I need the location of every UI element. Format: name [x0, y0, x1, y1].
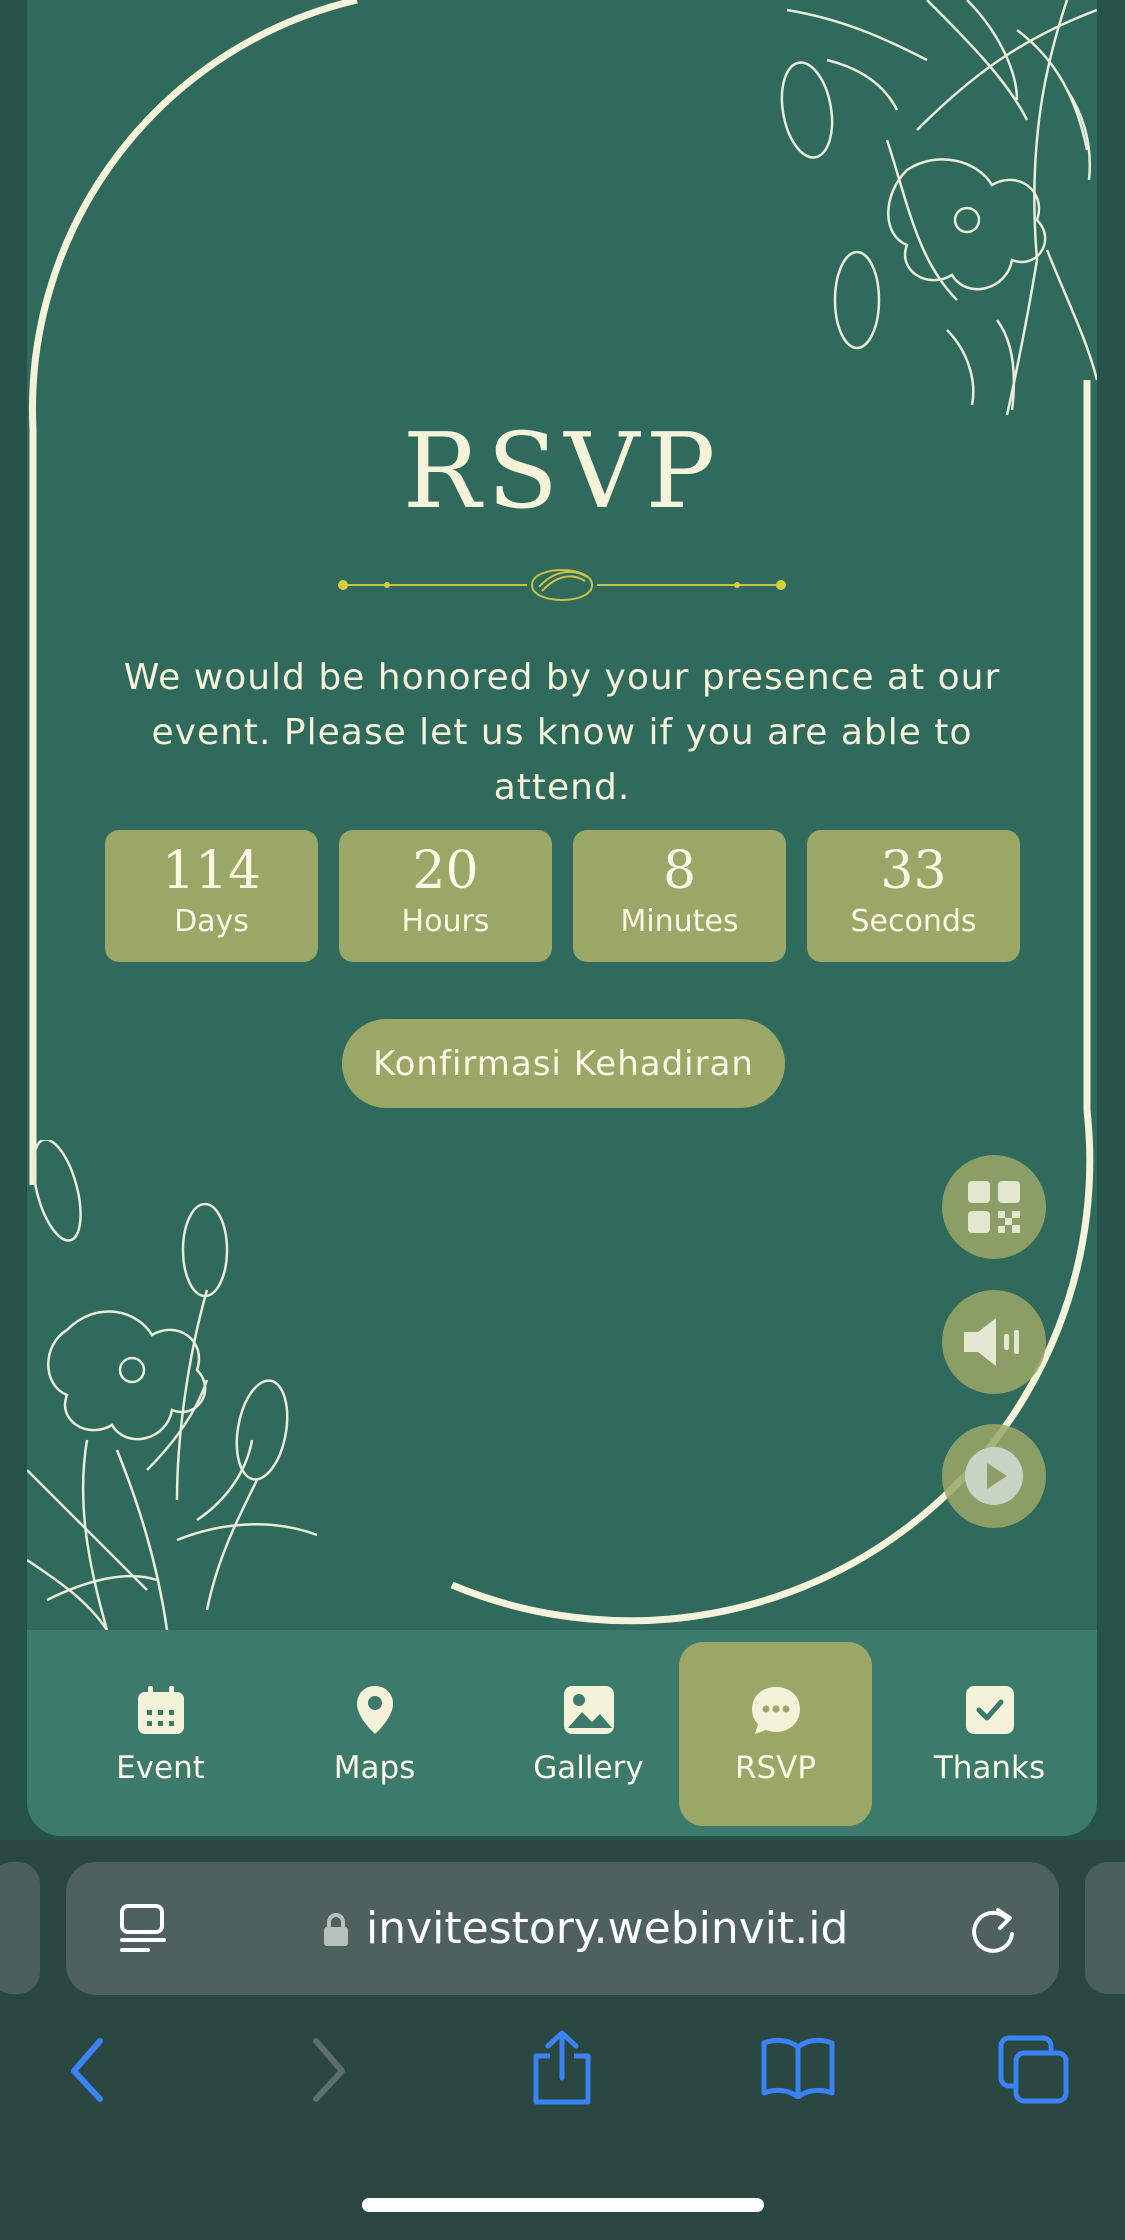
- countdown-label: Hours: [401, 904, 490, 939]
- autoplay-button[interactable]: [942, 1424, 1046, 1528]
- nav-item-event[interactable]: Event: [64, 1642, 257, 1826]
- countdown-value: 20: [412, 841, 479, 901]
- countdown-value: 8: [662, 841, 697, 901]
- reader-mode-icon[interactable]: [118, 1904, 168, 1956]
- map-pin-icon: [347, 1682, 403, 1738]
- confirm-attendance-button[interactable]: Konfirmasi Kehadiran: [342, 1019, 785, 1108]
- nav-label: Maps: [333, 1750, 416, 1786]
- lock-icon: [324, 1913, 348, 1946]
- bottom-navigation: Event Maps Gallery RSVP Thanks: [27, 1630, 1097, 1836]
- countdown-days: 114 Days: [105, 830, 318, 962]
- nav-label: Gallery: [533, 1750, 644, 1786]
- rsvp-message: We would be honored by your presence at …: [123, 657, 1001, 808]
- home-indicator: [362, 2198, 764, 2212]
- countdown-seconds: 33 Seconds: [807, 830, 1020, 962]
- countdown-minutes: 8 Minutes: [573, 830, 786, 962]
- check-icon: [962, 1682, 1018, 1738]
- nav-label: RSVP: [734, 1750, 817, 1786]
- back-icon[interactable]: [66, 2035, 106, 2105]
- countdown-label: Seconds: [850, 904, 977, 939]
- qr-code-icon: [968, 1181, 1020, 1233]
- floral-decoration-top-right: [780, 0, 1097, 416]
- nav-label: Event: [116, 1750, 205, 1786]
- next-tab-preview[interactable]: [1085, 1862, 1125, 1994]
- image-icon: [561, 1682, 617, 1738]
- share-icon[interactable]: [530, 2030, 594, 2106]
- nav-item-thanks[interactable]: Thanks: [893, 1642, 1086, 1826]
- page-title: RSVP: [402, 410, 722, 532]
- chat-icon: [748, 1682, 804, 1738]
- countdown-label: Minutes: [620, 904, 739, 939]
- countdown-label: Days: [174, 904, 249, 939]
- bookmarks-icon[interactable]: [760, 2035, 836, 2099]
- address-bar[interactable]: invitestory.webinvit.id: [66, 1862, 1059, 1995]
- audio-toggle-button[interactable]: [942, 1290, 1046, 1394]
- countdown-value: 33: [880, 841, 947, 901]
- reload-icon[interactable]: [968, 1902, 1020, 1958]
- invitation-card: RSVP We would be honored by your presenc…: [27, 0, 1097, 1836]
- play-icon: [965, 1447, 1023, 1505]
- calendar-icon: [133, 1682, 189, 1738]
- nav-item-gallery[interactable]: Gallery: [492, 1642, 685, 1826]
- speaker-icon: [964, 1318, 1019, 1366]
- countdown-timer: 114 Days 20 Hours 8 Minutes 33 Seconds: [105, 830, 1020, 962]
- url-text: invitestory.webinvit.id: [366, 1903, 849, 1954]
- previous-tab-preview[interactable]: [0, 1862, 40, 1994]
- nav-item-maps[interactable]: Maps: [278, 1642, 471, 1826]
- forward-icon[interactable]: [310, 2035, 350, 2105]
- floral-decoration-bottom-left: [27, 1140, 318, 1630]
- nav-item-rsvp[interactable]: RSVP: [679, 1642, 872, 1826]
- nav-label: Thanks: [933, 1750, 1046, 1786]
- countdown-hours: 20 Hours: [339, 830, 552, 962]
- qr-code-button[interactable]: [942, 1155, 1046, 1259]
- countdown-value: 114: [161, 841, 262, 901]
- tabs-icon[interactable]: [998, 2035, 1070, 2105]
- divider-ornament: [338, 569, 786, 601]
